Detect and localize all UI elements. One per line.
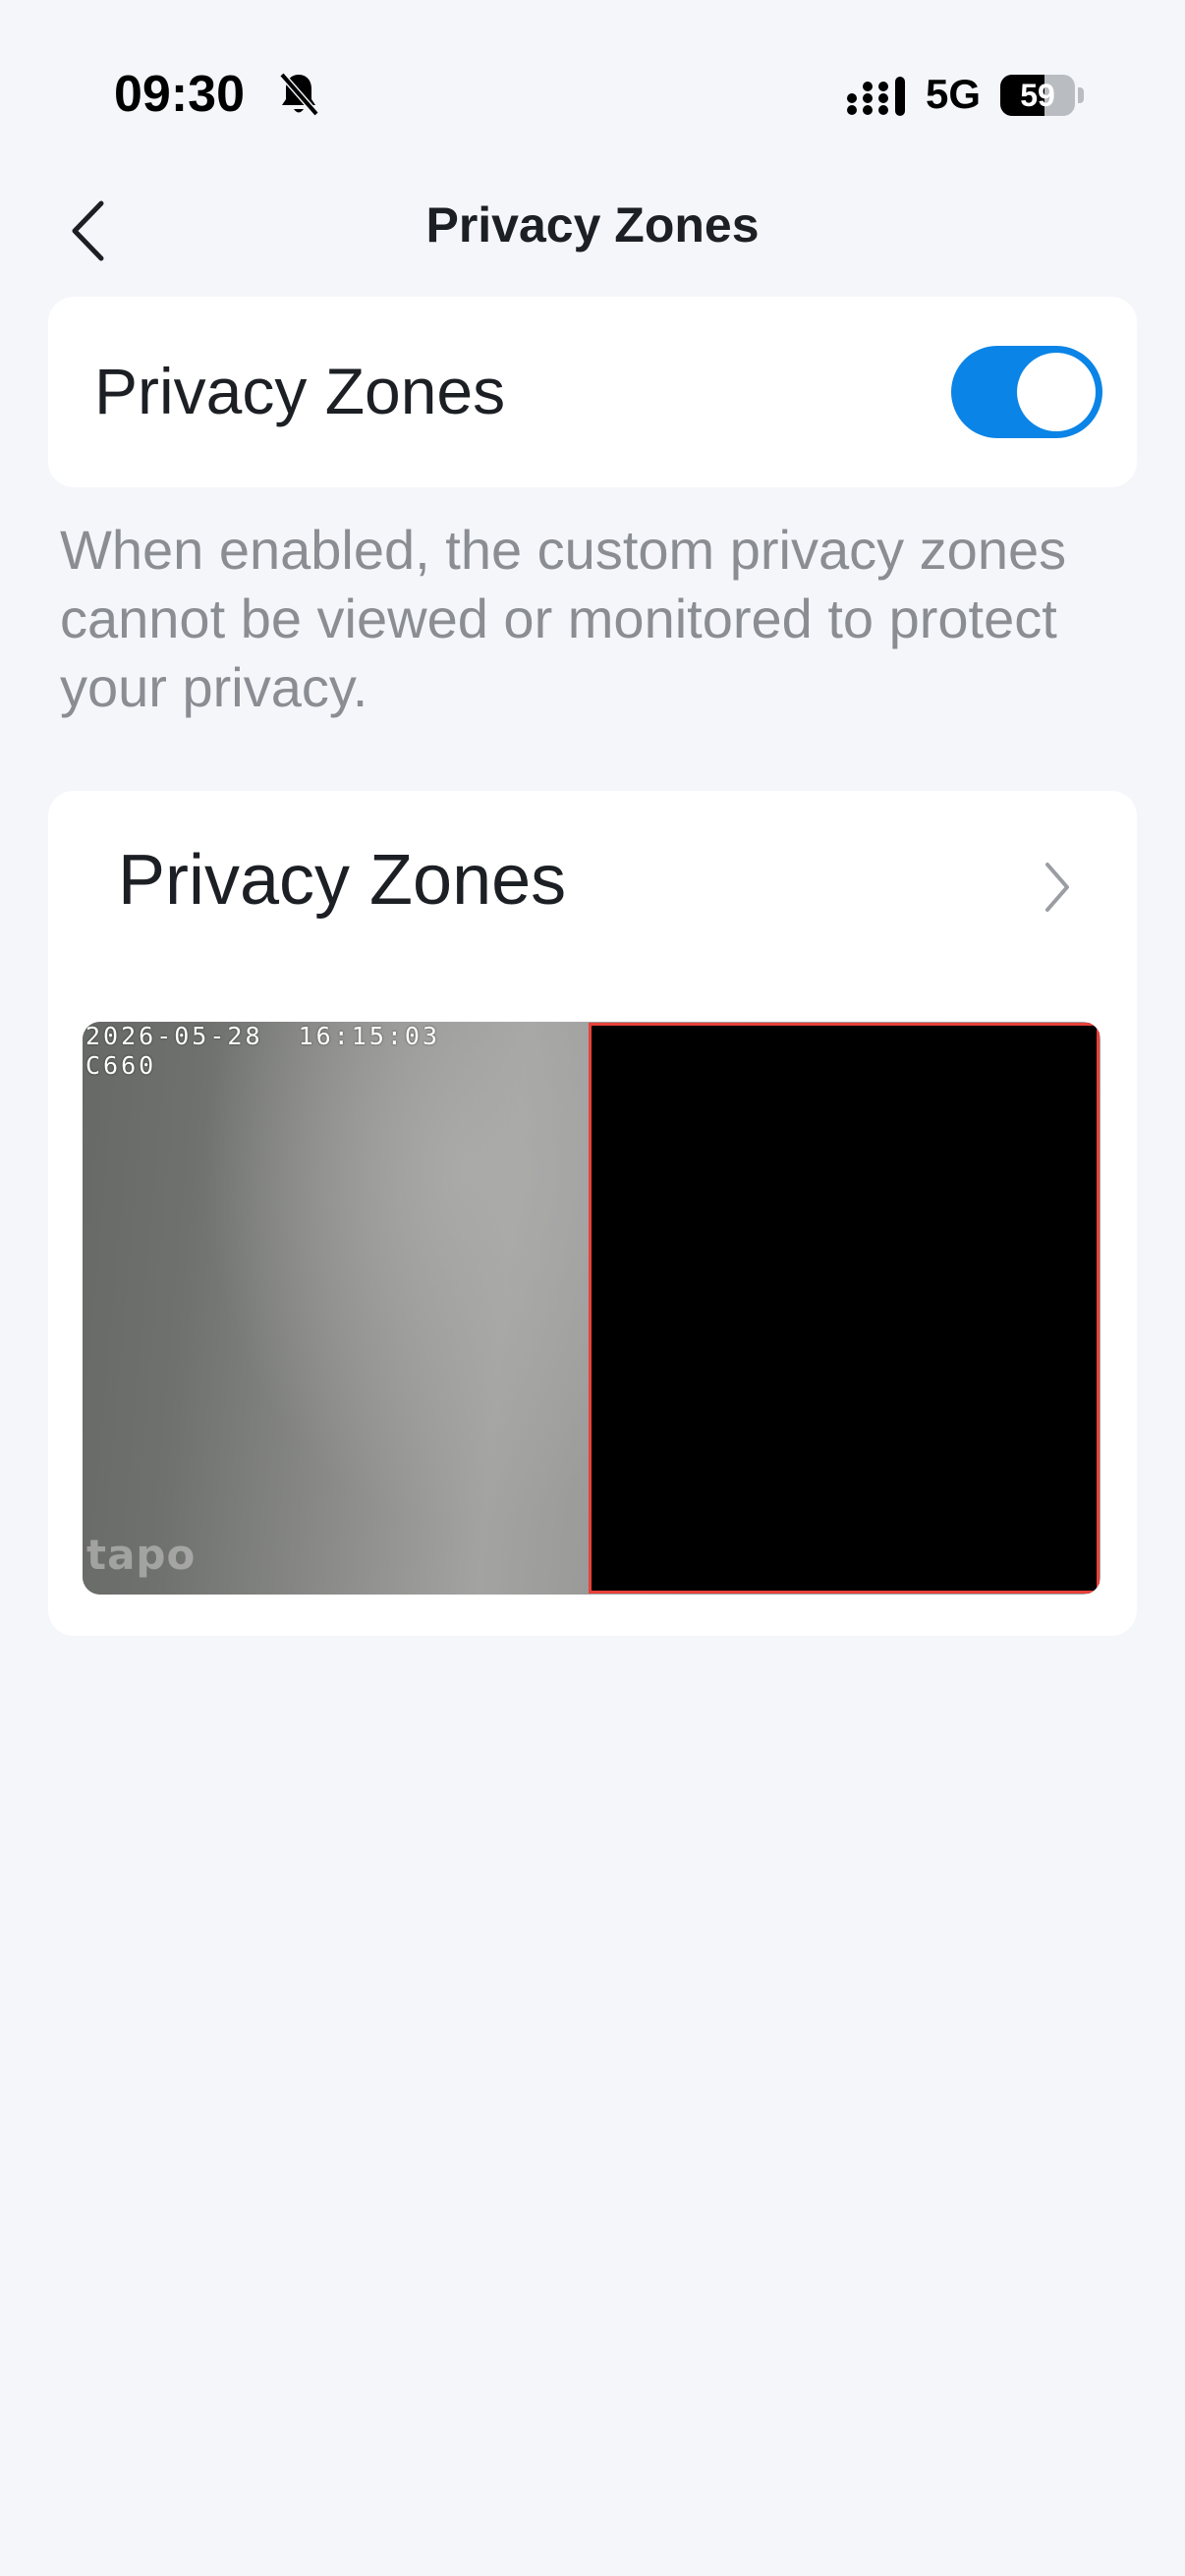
tapo-watermark: tapo xyxy=(86,1531,197,1579)
battery-icon: 59 xyxy=(1000,75,1084,116)
toggle-knob xyxy=(1017,353,1096,431)
battery-level: 59 xyxy=(1020,78,1055,113)
signal-icon xyxy=(847,77,905,116)
privacy-zones-toggle-card: Privacy Zones xyxy=(48,297,1137,487)
back-button[interactable] xyxy=(49,187,128,275)
preview-camera-model: C660 xyxy=(85,1051,157,1080)
bell-slash-icon xyxy=(279,72,319,117)
privacy-zone-mask[interactable] xyxy=(589,1023,1100,1594)
status-bar: 09:30 5G 59 xyxy=(0,0,1185,187)
privacy-zones-toggle-label: Privacy Zones xyxy=(94,355,506,427)
privacy-zones-row[interactable]: Privacy Zones xyxy=(48,791,1137,978)
status-time: 09:30 xyxy=(114,66,245,123)
chevron-right-icon xyxy=(1045,863,1069,912)
chevron-left-icon xyxy=(72,200,104,261)
privacy-description: When enabled, the custom privacy zones c… xyxy=(60,519,1067,718)
camera-preview[interactable]: 2026-05-28 16:15:03 C660 tapo xyxy=(83,1022,1100,1595)
camera-feed xyxy=(83,1022,590,1595)
privacy-zones-card: Privacy Zones 2026-05-28 16:15:03 C660 t… xyxy=(48,791,1137,1636)
privacy-zones-toggle[interactable] xyxy=(951,346,1102,438)
network-type: 5G xyxy=(926,71,982,117)
page-title: Privacy Zones xyxy=(425,197,760,252)
preview-timestamp: 2026-05-28 16:15:03 xyxy=(85,1022,441,1050)
privacy-zones-row-label: Privacy Zones xyxy=(118,841,567,920)
